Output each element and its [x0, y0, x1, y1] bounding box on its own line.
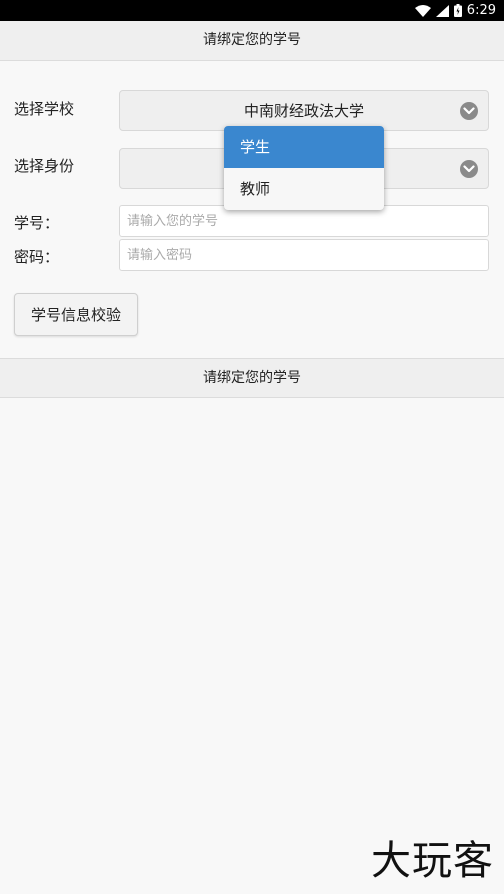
section-title: 请绑定您的学号 [203, 370, 301, 386]
status-icons: 6:29 [414, 0, 496, 21]
password-label: 密码： [14, 248, 60, 266]
wifi-icon [414, 4, 431, 17]
school-select[interactable]: 中南财经政法大学 [119, 90, 489, 131]
chevron-down-icon [460, 102, 478, 120]
school-label: 选择学校 [14, 100, 75, 118]
battery-icon [453, 4, 462, 17]
student-id-label: 学号： [14, 214, 60, 232]
cellular-signal-icon [435, 4, 449, 17]
dropdown-option-student[interactable]: 学生 [224, 126, 384, 168]
page-header: 请绑定您的学号 [0, 21, 504, 61]
verify-student-id-button[interactable]: 学号信息校验 [14, 293, 138, 336]
status-time: 6:29 [466, 3, 496, 18]
identity-label: 选择身份 [14, 157, 75, 175]
identity-dropdown-menu: 学生 教师 [224, 126, 384, 210]
dropdown-option-teacher[interactable]: 教师 [224, 168, 384, 210]
watermark-logo: 大玩客 [371, 838, 494, 884]
chevron-down-icon [460, 160, 478, 178]
page-title: 请绑定您的学号 [203, 32, 301, 48]
status-bar: 6:29 [0, 0, 504, 21]
password-input[interactable] [119, 239, 489, 271]
section-bar: 请绑定您的学号 [0, 358, 504, 398]
